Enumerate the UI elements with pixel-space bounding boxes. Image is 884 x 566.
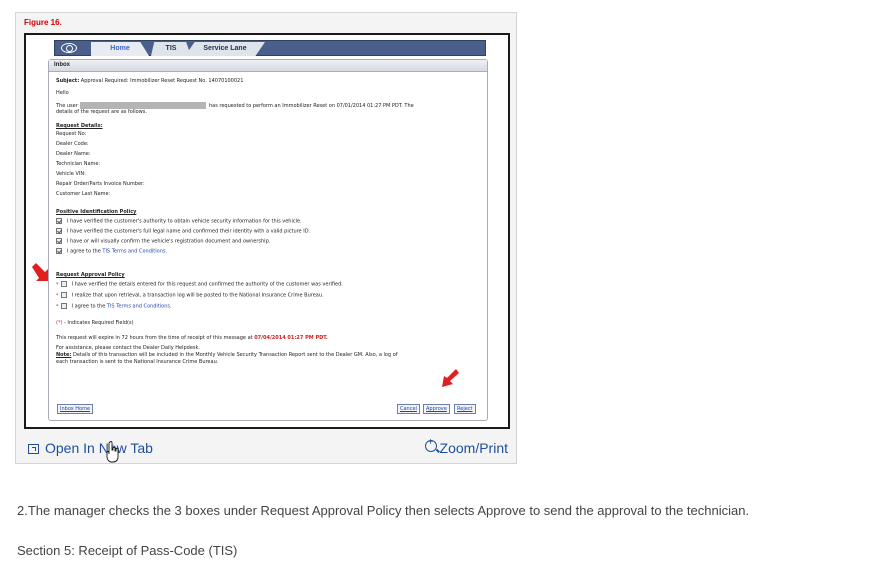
zoom-print-link[interactable]: Zoom/Print	[424, 437, 508, 456]
toyota-logo-icon	[61, 43, 77, 53]
greeting: Hello	[56, 90, 69, 96]
positive-id-item: I have or will visually confirm the vehi…	[56, 238, 270, 246]
checkbox-icon[interactable]	[56, 228, 62, 234]
figure-footer: Open In New Tab Zoom/Print	[16, 431, 516, 463]
field-dealer-name: Dealer Name:	[56, 151, 91, 157]
reject-button[interactable]: Reject	[454, 404, 476, 414]
open-tab-label: Open In New Tab	[45, 440, 153, 456]
section-heading: Section 5: Receipt of Pass-Code (TIS)	[17, 543, 238, 558]
checkbox-icon[interactable]	[56, 248, 62, 254]
checkbox-icon[interactable]	[60, 281, 67, 287]
required-star: *	[56, 303, 59, 310]
field-repair-order: Repair Order/Parts Invoice Number:	[56, 181, 145, 187]
field-request-no: Request No:	[56, 131, 87, 137]
note-text: Details of this transaction will be incl…	[73, 352, 398, 358]
required-star: *	[56, 281, 59, 288]
positive-id-heading: Positive Identification Policy	[56, 209, 137, 215]
note-label: Note:	[56, 352, 72, 358]
note-line-2: each transaction is sent to the National…	[56, 359, 219, 365]
open-new-tab-icon	[28, 444, 39, 454]
request-details-heading: Request Details:	[56, 123, 103, 129]
cancel-button[interactable]: Cancel	[397, 404, 420, 414]
positive-id-text: I have or will visually confirm the vehi…	[67, 238, 271, 245]
checkbox-icon[interactable]	[56, 238, 62, 244]
note-line: Note: Details of this transaction will b…	[56, 352, 398, 359]
step-caption: 2.The manager checks the 3 boxes under R…	[17, 503, 750, 518]
zoom-icon	[424, 437, 437, 452]
zoom-label: Zoom/Print	[439, 440, 508, 456]
approve-button[interactable]: Approve	[423, 404, 450, 414]
subject-text: Approval Required: Immobilizer Reset Req…	[80, 78, 244, 84]
required-note-text: - Indicates Required Field(s)	[64, 320, 134, 326]
field-dealer-code: Dealer Code:	[56, 141, 89, 147]
tab-service-lane[interactable]: Service Lane	[185, 42, 265, 56]
checkbox-icon[interactable]	[60, 292, 67, 298]
field-technician-name: Technician Name:	[56, 161, 101, 167]
screenshot-frame: Home TIS Service Lane Inbox Subject: App…	[24, 33, 510, 429]
tis-terms-link[interactable]: TIS Terms and Conditions.	[107, 304, 172, 310]
inbox-home-button[interactable]: Inbox Home	[57, 404, 94, 414]
red-arrow-icon	[442, 369, 459, 387]
approval-terms: * I agree to the TIS Terms and Conditions…	[56, 303, 172, 311]
required-note-star: (*)	[56, 320, 63, 326]
field-customer-last-name: Customer Last Name:	[56, 191, 111, 197]
assistance-line: For assistance, please contact the Deale…	[56, 345, 201, 351]
expiry-prefix: This request will expire in 72 hours fro…	[56, 335, 253, 341]
approval-text: I realize that upon retrieval, a transac…	[71, 292, 324, 299]
terms-prefix: I agree to the	[71, 303, 106, 310]
checkbox-icon[interactable]	[56, 218, 62, 224]
expiry-time: 07/04/2014 01:27 PM PDT.	[254, 335, 328, 341]
subject-line: Subject: Approval Required: Immobilizer …	[56, 78, 243, 85]
terms-prefix: I agree to the	[67, 248, 101, 255]
approval-text: I have verified the details entered for …	[71, 281, 343, 288]
tab-home[interactable]: Home	[91, 42, 149, 56]
figure-card: Figure 16. Home TIS Service Lane Inbox S…	[15, 12, 517, 464]
required-star: *	[56, 292, 59, 299]
subject-label: Subject:	[56, 78, 80, 84]
open-in-new-tab-link[interactable]: Open In New Tab	[28, 440, 153, 456]
positive-id-item: I have verified the customer's authority…	[56, 218, 302, 226]
required-note: (*) - Indicates Required Field(s)	[56, 320, 134, 327]
red-arrow-icon	[32, 263, 48, 281]
approval-item: * I have verified the details entered for…	[56, 281, 343, 289]
top-nav: Home TIS Service Lane	[54, 40, 486, 56]
redacted-user	[80, 102, 207, 109]
positive-id-text: I have verified the customer's full lega…	[67, 228, 311, 235]
checkbox-icon[interactable]	[60, 303, 67, 309]
intro-suffix: has requested to perform an Immobilizer …	[208, 103, 414, 109]
expiry-line: This request will expire in 72 hours fro…	[56, 335, 328, 342]
positive-id-terms: I agree to the TIS Terms and Conditions.	[56, 248, 167, 256]
tab-tis[interactable]: TIS	[151, 42, 191, 56]
field-vehicle-vin: Vehicle VIN:	[56, 171, 86, 177]
positive-id-text: I have verified the customer's authority…	[67, 218, 302, 225]
inbox-panel: Inbox Subject: Approval Required: Immobi…	[48, 59, 488, 421]
tis-terms-link[interactable]: TIS Terms and Conditions.	[102, 249, 167, 255]
approval-policy-heading: Request Approval Policy	[56, 272, 125, 278]
hand-cursor-icon	[106, 441, 119, 463]
intro-line-2: details of the request are as follows.	[56, 109, 147, 115]
figure-label: Figure 16.	[24, 18, 62, 27]
positive-id-item: I have verified the customer's full lega…	[56, 228, 310, 236]
approval-item: * I realize that upon retrieval, a transa…	[56, 292, 324, 300]
inbox-header: Inbox	[49, 60, 487, 72]
